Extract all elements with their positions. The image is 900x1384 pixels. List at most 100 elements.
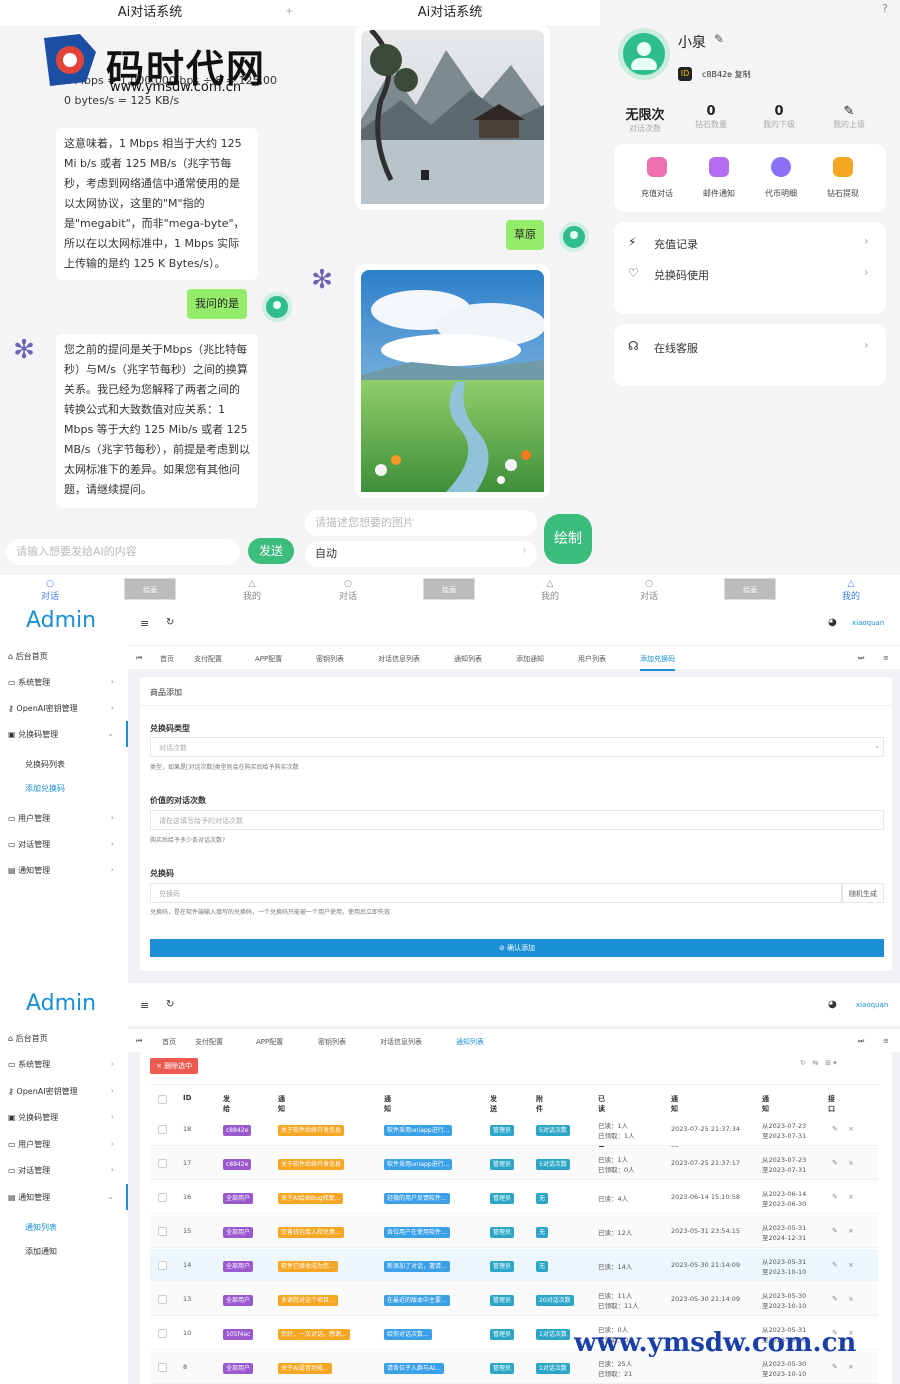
row-checkbox[interactable] [158, 1261, 167, 1270]
sub-notify-list[interactable]: 通知列表 [25, 1222, 57, 1233]
sub-add-notify[interactable]: 添加通知 [25, 1246, 57, 1257]
quick-label[interactable]: 代币明细 [751, 188, 811, 199]
redeem-code-input[interactable]: 兑换码 [150, 883, 842, 903]
edit-icon[interactable]: ✎ [832, 1125, 838, 1133]
nav-mine[interactable]: △ 我的 [530, 579, 570, 602]
palette-icon[interactable]: ◕ [828, 617, 837, 628]
edit-icon[interactable]: ✎ [832, 1227, 838, 1235]
nav-mine[interactable]: △ 我的 [232, 579, 272, 602]
menu-notify[interactable]: ▤ 通知管理 › [8, 865, 120, 876]
plus-icon[interactable]: + [285, 6, 293, 17]
row-checkbox[interactable] [158, 1159, 167, 1168]
token-icon[interactable] [771, 157, 791, 177]
menu-system[interactable]: ▭ 系统管理 › [8, 677, 120, 688]
delete-icon[interactable]: × [848, 1261, 854, 1269]
send-button[interactable]: 发送 [248, 538, 294, 564]
help-icon[interactable]: ? [882, 2, 888, 15]
tab[interactable]: APP配置 [255, 654, 282, 664]
menu-row-redeem[interactable]: 兑换码使用 [654, 267, 709, 283]
menu-home[interactable]: ⌂ 后台首页 [8, 651, 120, 662]
tab[interactable]: APP配置 [256, 1037, 283, 1047]
nav-draw[interactable]: 绘画 [724, 578, 776, 600]
row-checkbox[interactable] [158, 1227, 167, 1236]
delete-selected-button[interactable]: × 删除选中 [150, 1058, 199, 1074]
nav-chat[interactable]: ○ 对话 [629, 579, 669, 602]
tab[interactable]: 用户列表 [578, 654, 606, 664]
admin-user[interactable]: xiaoquan [852, 619, 884, 627]
draw-prompt-input[interactable]: 请描述您想要的图片 [305, 510, 537, 536]
refresh-icon[interactable]: ↻ [166, 617, 174, 628]
tab[interactable]: 添加通知 [516, 654, 544, 664]
menu-notify[interactable]: ▤ 通知管理 ⌄ [8, 1192, 120, 1203]
tab-active[interactable]: 添加兑换码 [640, 654, 675, 671]
tab[interactable]: 通知列表 [454, 654, 482, 664]
delete-icon[interactable]: × [848, 1227, 854, 1235]
tabs-next-icon[interactable]: ⏭ [858, 1037, 864, 1046]
quick-label[interactable]: 充值对话 [627, 188, 687, 199]
menu-openai-key[interactable]: ⚷ OpenAI密钥管理 › [8, 703, 120, 714]
menu-users[interactable]: ▭ 用户管理 › [8, 1139, 120, 1150]
menu-toggle-icon[interactable]: ≡ [140, 999, 149, 1012]
menu-redeem[interactable]: ▣ 兑换码管理 ⌄ [8, 729, 120, 740]
menu-system[interactable]: ▭ 系统管理 › [8, 1059, 120, 1070]
tabs-menu-icon[interactable]: ≡ [883, 654, 889, 662]
tab[interactable]: 首页 [162, 1037, 176, 1047]
row-checkbox[interactable] [158, 1295, 167, 1304]
menu-openai-key[interactable]: ⚷ OpenAI密钥管理 › [8, 1086, 120, 1097]
recharge-icon[interactable] [647, 157, 667, 177]
edit-icon[interactable]: ✎ [832, 1261, 838, 1269]
menu-row-service[interactable]: 在线客服 [654, 340, 698, 356]
nav-mine[interactable]: △ 我的 [831, 579, 871, 602]
sub-add-redeem[interactable]: 添加兑换码 [25, 783, 65, 794]
row-checkbox[interactable] [158, 1193, 167, 1202]
menu-redeem[interactable]: ▣ 兑换码管理 › [8, 1112, 120, 1123]
edit-icon[interactable]: ✎ [832, 1159, 838, 1167]
menu-row-recharge-record[interactable]: 充值记录 [654, 236, 698, 252]
user-id[interactable]: c8B42e 复制 [702, 69, 751, 80]
menu-chat[interactable]: ▭ 对话管理 › [8, 839, 120, 850]
table-header-cell[interactable]: ID [183, 1094, 191, 1102]
tab[interactable]: 支付配置 [195, 1037, 223, 1047]
code-type-select[interactable]: 对话次数 [150, 737, 884, 757]
refresh-icon[interactable]: ↻ [166, 999, 174, 1010]
mail-icon[interactable] [709, 157, 729, 177]
draw-mode-select[interactable]: 自动 [305, 541, 537, 567]
tab[interactable]: 密钥列表 [316, 654, 344, 664]
menu-home[interactable]: ⌂ 后台首页 [8, 1033, 120, 1044]
tab[interactable]: 对话信息列表 [380, 1037, 422, 1047]
tabs-next-icon[interactable]: ⏭ [858, 654, 864, 663]
tabs-prev-icon[interactable]: ⏮ [136, 654, 142, 663]
quick-label[interactable]: 邮件通知 [689, 188, 749, 199]
tabs-prev-icon[interactable]: ⏮ [136, 1037, 142, 1046]
delete-icon[interactable]: × [848, 1295, 854, 1303]
edit-icon[interactable]: ✎ [832, 1193, 838, 1201]
row-checkbox[interactable] [158, 1329, 167, 1338]
withdraw-icon[interactable] [833, 157, 853, 177]
stat-superior[interactable]: ✎ 我的上级 [816, 104, 882, 130]
menu-users[interactable]: ▭ 用户管理 › [8, 813, 120, 824]
draw-button[interactable]: 绘制 [544, 514, 592, 564]
chat-input[interactable]: 请输入想要发给AI的内容 [6, 539, 240, 565]
generated-image[interactable] [355, 24, 550, 210]
generated-image[interactable] [355, 264, 550, 498]
palette-icon[interactable]: ◕ [828, 999, 837, 1010]
delete-icon[interactable]: × [848, 1363, 854, 1371]
random-generate-button[interactable]: 随机生成 [842, 883, 884, 903]
nav-chat[interactable]: ○ 对话 [328, 579, 368, 602]
confirm-add-button[interactable]: ⊘ 确认添加 [150, 939, 884, 957]
admin-user[interactable]: xiaoquan [856, 1001, 888, 1009]
sub-redeem-list[interactable]: 兑换码列表 [25, 759, 65, 770]
nav-draw[interactable]: 绘画 [423, 578, 475, 600]
quick-label[interactable]: 钻石提现 [813, 188, 873, 199]
tab[interactable]: 首页 [160, 654, 174, 664]
delete-icon[interactable]: × [848, 1159, 854, 1167]
menu-chat[interactable]: ▭ 对话管理 › [8, 1165, 120, 1176]
nav-chat[interactable]: ○ 对话 [30, 579, 70, 602]
edit-icon[interactable]: ✎ [714, 32, 724, 46]
tab[interactable]: 密钥列表 [318, 1037, 346, 1047]
menu-toggle-icon[interactable]: ≡ [140, 617, 149, 630]
row-checkbox[interactable] [158, 1125, 167, 1134]
tabs-menu-icon[interactable]: ≡ [883, 1037, 889, 1045]
edit-icon[interactable]: ✎ [832, 1295, 838, 1303]
delete-icon[interactable]: × [848, 1125, 854, 1133]
